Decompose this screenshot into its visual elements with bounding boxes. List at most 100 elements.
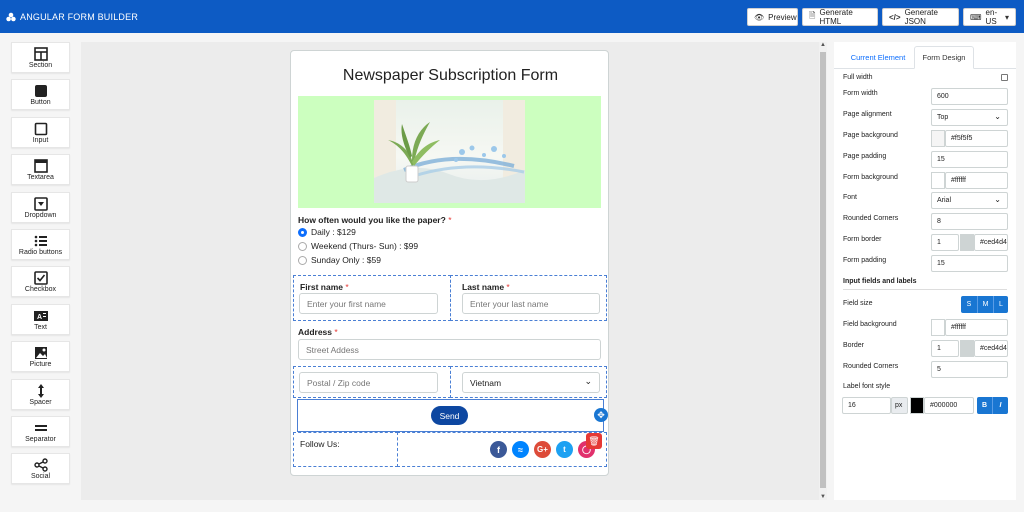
scroll-down-icon[interactable]: ▼ (820, 494, 826, 500)
font-select[interactable]: Arial ⌄ (931, 192, 1008, 209)
send-button[interactable]: Send (431, 406, 468, 425)
page-background-swatch[interactable] (931, 130, 945, 147)
border-width-input[interactable]: 1 (931, 340, 959, 357)
tool-social[interactable]: Social (11, 453, 70, 485)
last-name-label-text: Last name (462, 282, 505, 292)
generate-json-button[interactable]: </> Generate JSON (882, 8, 959, 26)
form-background-swatch[interactable] (931, 172, 945, 189)
address-input[interactable]: Street Addess (298, 339, 601, 360)
canvas-scrollbar[interactable]: ▲ ▼ (819, 42, 827, 500)
section-divider (843, 289, 1007, 290)
first-name-input[interactable]: Enter your first name (299, 293, 438, 314)
radio-icon[interactable] (298, 255, 307, 265)
facebook-icon[interactable]: f (490, 441, 507, 458)
field-background-input[interactable]: #ffffff (945, 319, 1008, 336)
bold-button[interactable]: B (977, 397, 992, 414)
banner-image[interactable] (298, 96, 601, 208)
tool-input[interactable]: Input (11, 116, 70, 148)
google-plus-icon[interactable]: G+ (534, 441, 551, 458)
full-width-checkbox[interactable] (1001, 74, 1008, 81)
form-border-swatch[interactable] (960, 234, 974, 251)
label-font-color-input[interactable]: #000000 (924, 397, 974, 414)
properties-panel: Current Element Form Design Full width F… (834, 42, 1016, 500)
postal-input[interactable]: Postal / Zip code (299, 372, 438, 393)
border-color-input[interactable]: #ced4d4 (974, 340, 1008, 357)
field-size-l-button[interactable]: L (993, 296, 1008, 313)
rounded-corners2-input[interactable]: 5 (931, 361, 1008, 378)
eye-icon: 👁 (754, 12, 765, 22)
tool-separator[interactable]: Separator (11, 416, 70, 447)
tool-label: Textarea (27, 174, 54, 182)
tool-label: Radio buttons (18, 249, 63, 256)
radio-option-sunday[interactable]: Sunday Only : $59 (298, 255, 381, 265)
form-border-color-input[interactable]: #ced4d4 (974, 234, 1008, 251)
follow-cell[interactable] (293, 432, 398, 467)
delete-icon[interactable]: 🗑 (586, 433, 602, 449)
italic-button[interactable]: I (992, 397, 1008, 414)
form-width-input[interactable]: 600 (931, 88, 1008, 105)
app-title: ANGULAR FORM BUILDER (20, 11, 139, 22)
tool-spacer[interactable]: Spacer (11, 378, 70, 410)
radio-icon[interactable] (298, 241, 307, 251)
tool-section[interactable]: Section (11, 42, 70, 73)
tool-radio-buttons[interactable]: Radio buttons (11, 229, 70, 260)
tool-text[interactable]: A Text (11, 303, 70, 335)
rounded-corners-label: Rounded Corners (843, 215, 899, 222)
form-background-label: Form background (843, 174, 898, 181)
chevron-down-icon: ⌄ (994, 195, 1001, 204)
first-name-label-text: First name (300, 282, 343, 292)
generate-html-button[interactable]: 🗎 Generate HTML (802, 8, 878, 26)
preview-button[interactable]: 👁 Preview (747, 8, 798, 26)
form-width-label: Form width (843, 90, 878, 97)
tool-picture[interactable]: Picture (11, 341, 70, 373)
file-icon: 🗎 (809, 11, 816, 20)
tool-label: Spacer (29, 398, 52, 406)
tool-label: Section (28, 62, 53, 69)
page-background-label: Page background (843, 132, 898, 139)
tool-button[interactable]: Button (11, 79, 70, 111)
last-name-input[interactable]: Enter your last name (462, 293, 600, 314)
generate-json-label: Generate JSON (904, 8, 938, 26)
scrollbar-thumb[interactable] (820, 52, 826, 488)
page-background-input[interactable]: #f5f5f5 (945, 130, 1008, 147)
locale-dropdown[interactable]: ⌨ en-US ▾ (963, 8, 1016, 26)
tool-dropdown[interactable]: Dropdown (11, 191, 70, 223)
form-background-input[interactable]: #ffffff (945, 172, 1008, 189)
tool-label: Text (34, 323, 47, 331)
messenger-icon[interactable]: ≈ (512, 441, 529, 458)
page-padding-input[interactable]: 15 (931, 151, 1008, 168)
tool-checkbox[interactable]: Checkbox (11, 266, 70, 298)
border-swatch[interactable] (960, 340, 974, 357)
radio-selected-icon[interactable] (298, 227, 307, 237)
tool-textarea[interactable]: Textarea (11, 154, 70, 186)
question-text: How often would you like the paper? (298, 215, 446, 225)
field-size-s-button[interactable]: S (961, 296, 977, 313)
twitter-icon[interactable]: t (556, 441, 573, 458)
scroll-up-icon[interactable]: ▲ (820, 42, 826, 48)
label-font-size-input[interactable]: 16 (842, 397, 891, 414)
radio-option-daily[interactable]: Daily : $129 (298, 227, 356, 237)
chevron-down-icon: ⌄ (994, 112, 1001, 121)
move-icon[interactable]: ✥ (594, 408, 608, 422)
tab-form-design[interactable]: Form Design (914, 46, 974, 69)
page-padding-label: Page padding (843, 153, 887, 160)
form-border-width-input[interactable]: 1 (931, 234, 959, 251)
form-padding-input[interactable]: 15 (931, 255, 1008, 272)
form-border-label: Form border (843, 236, 882, 243)
last-name-label: Last name * (462, 282, 510, 292)
form-padding-label: Form padding (843, 257, 887, 264)
radio-option-weekend[interactable]: Weekend (Thurs- Sun) : $99 (298, 241, 418, 251)
label-font-unit: px (891, 397, 908, 414)
label-font-color-swatch[interactable] (910, 397, 924, 414)
page-alignment-select[interactable]: Top ⌄ (931, 109, 1008, 126)
tab-current-element[interactable]: Current Element (842, 46, 914, 69)
country-select[interactable]: Vietnam ⌄ (462, 372, 600, 393)
input-section-heading: Input fields and labels (843, 278, 917, 285)
follow-label: Follow Us: (300, 439, 340, 449)
address-label: Address * (298, 327, 338, 337)
address-label-text: Address (298, 327, 333, 337)
field-size-m-button[interactable]: M (977, 296, 993, 313)
rounded-corners-input[interactable]: 8 (931, 213, 1008, 230)
caret-down-icon: ▾ (1004, 12, 1009, 22)
field-background-swatch[interactable] (931, 319, 945, 336)
